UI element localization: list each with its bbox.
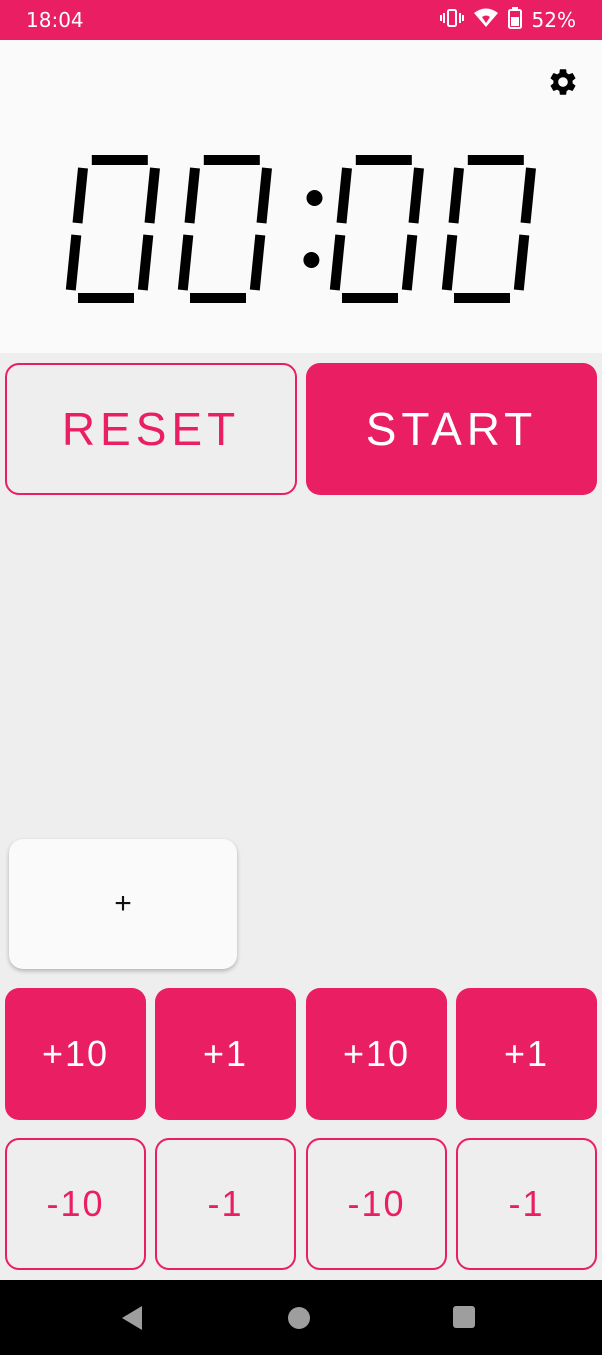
- navigation-bar: [0, 1280, 602, 1355]
- segment-b: [408, 167, 424, 224]
- battery-percent: 52%: [531, 8, 576, 32]
- button-label: +1: [503, 1033, 550, 1074]
- timer-digit-2: [329, 155, 424, 303]
- segment-f: [448, 167, 464, 224]
- timer-display: [60, 150, 542, 310]
- segment-e: [177, 234, 194, 291]
- button-label: -10: [347, 1183, 406, 1224]
- segment-b: [144, 167, 160, 224]
- seconds-ones-increment-button[interactable]: +1: [456, 988, 597, 1120]
- timer-colon: [303, 190, 323, 268]
- vibrate-icon: [439, 8, 464, 33]
- minutes-ones-decrement-button[interactable]: -1: [155, 1138, 296, 1270]
- timer-digit-1: [177, 155, 272, 303]
- add-preset-label: +: [114, 887, 132, 920]
- timer-seven-segment: [65, 155, 536, 303]
- segment-c: [513, 234, 530, 291]
- segment-c: [249, 234, 266, 291]
- timer-panel: [0, 40, 602, 353]
- back-icon[interactable]: [120, 1305, 144, 1336]
- button-label: +1: [202, 1033, 249, 1074]
- add-preset-button[interactable]: +: [9, 839, 237, 969]
- status-bar: 18:04 52%: [0, 0, 602, 40]
- battery-icon: [507, 6, 522, 34]
- timer-digit-3: [441, 155, 536, 303]
- wifi-icon: [473, 8, 498, 33]
- status-time: 18:04: [26, 8, 84, 32]
- segment-c: [137, 234, 154, 291]
- segment-f: [336, 167, 352, 224]
- reset-button-label: RESET: [61, 403, 241, 455]
- status-icons: 52%: [439, 6, 576, 34]
- minutes-ones-increment-button[interactable]: +1: [155, 988, 296, 1120]
- settings-button[interactable]: [545, 66, 581, 102]
- button-label: -10: [46, 1183, 105, 1224]
- minutes-tens-increment-button[interactable]: +10: [5, 988, 146, 1120]
- seconds-ones-decrement-button[interactable]: -1: [456, 1138, 597, 1270]
- button-label: +10: [342, 1033, 411, 1074]
- minutes-tens-decrement-button[interactable]: -10: [5, 1138, 146, 1270]
- segment-c: [401, 234, 418, 291]
- reset-button[interactable]: RESET: [5, 363, 297, 495]
- seconds-tens-increment-button[interactable]: +10: [306, 988, 447, 1120]
- segment-e: [441, 234, 458, 291]
- button-label: -1: [508, 1183, 545, 1224]
- start-button[interactable]: START: [306, 363, 597, 495]
- button-label: -1: [207, 1183, 244, 1224]
- seconds-tens-decrement-button[interactable]: -10: [306, 1138, 447, 1270]
- home-icon[interactable]: [288, 1307, 310, 1329]
- recents-icon[interactable]: [453, 1306, 475, 1328]
- gear-icon: [547, 66, 579, 103]
- segment-f: [184, 167, 200, 224]
- start-button-label: START: [365, 403, 538, 455]
- timer-digit-0: [65, 155, 160, 303]
- segment-f: [72, 167, 88, 224]
- segment-b: [520, 167, 536, 224]
- segment-e: [65, 234, 82, 291]
- button-label: +10: [41, 1033, 110, 1074]
- segment-b: [256, 167, 272, 224]
- segment-e: [329, 234, 346, 291]
